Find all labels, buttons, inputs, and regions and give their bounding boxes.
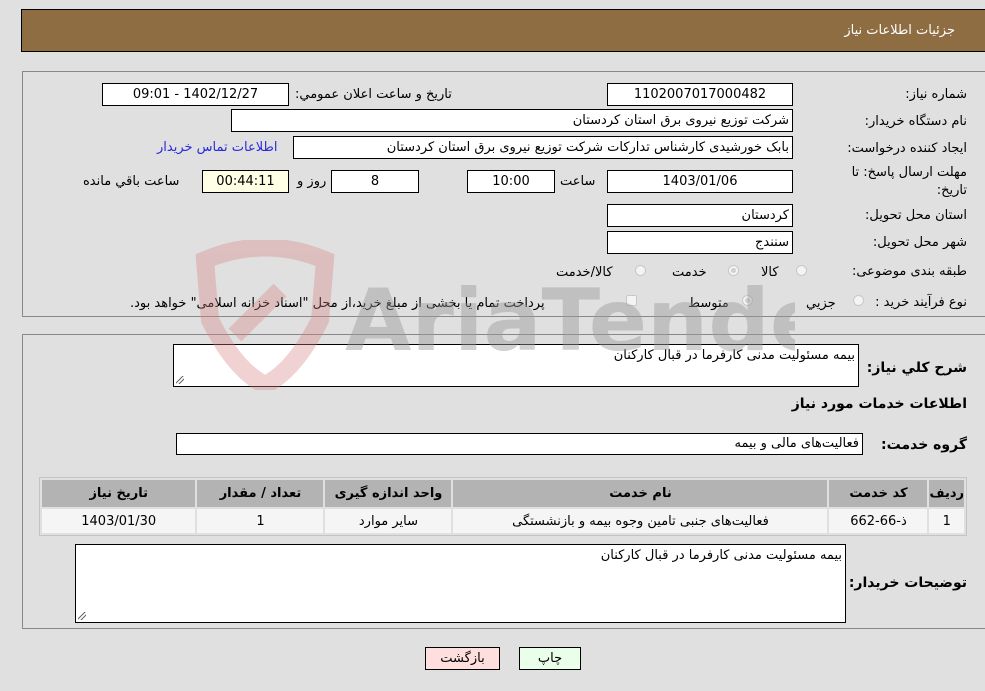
services-heading: اطلاعات خدمات مورد نیاز: [791, 396, 967, 412]
summary-label: شرح کلي نیاز:: [866, 360, 967, 376]
announce-label: تاریخ و ساعت اعلان عمومي:: [295, 87, 452, 102]
category-label: طبقه بندی موضوعی:: [851, 264, 967, 279]
col-header-need-date: تاریخ نیاز: [42, 480, 196, 507]
page-header: جزئیات اطلاعات نیاز: [21, 9, 985, 52]
province-label: استان محل تحویل:: [865, 208, 967, 223]
buyer-org-field: شرکت توزیع نیروی برق استان کردستان: [231, 109, 793, 132]
cell-unit: سایر موارد: [325, 509, 452, 533]
col-header-service-name: نام خدمت: [453, 480, 828, 507]
remaining-time-field: 00:44:11: [202, 170, 289, 193]
buyer-notes-text: بیمه مسئولیت مدنی کارفرما در قبال کارکنا…: [600, 548, 842, 563]
service-group-field: فعالیت‌های مالی و بیمه: [176, 433, 863, 455]
summary-textarea[interactable]: بیمه مسئولیت مدنی کارفرما در قبال کارکنا…: [173, 344, 859, 387]
category-radio-goods-service[interactable]: [635, 265, 646, 276]
days-label: روز و: [297, 174, 327, 189]
service-group-label: گروه خدمت:: [881, 437, 967, 453]
print-button[interactable]: چاپ: [519, 647, 581, 670]
buyer-notes-textarea[interactable]: بیمه مسئولیت مدنی کارفرما در قبال کارکنا…: [75, 544, 846, 623]
col-header-unit: واحد اندازه گیری: [325, 480, 452, 507]
city-label: شهر محل تحویل:: [872, 235, 967, 250]
table-header-row: ردیف کد خدمت نام خدمت واحد اندازه گیری ت…: [42, 480, 964, 507]
deadline-date-field: 1403/01/06: [607, 170, 793, 193]
table-row: 1 ذ-66-662 فعالیت‌های جنبی تامین وجوه بی…: [42, 509, 964, 533]
category-radio-service[interactable]: [728, 265, 739, 276]
creator-field: بابک خورشیدی کارشناس تدارکات شرکت توزیع …: [293, 136, 793, 159]
process-option-medium: متوسط: [688, 296, 729, 311]
need-info-panel: [22, 71, 985, 317]
process-radio-medium[interactable]: [742, 295, 753, 306]
buyer-notes-label: توضیحات خریدار:: [848, 575, 967, 591]
province-field: کردستان: [607, 204, 793, 227]
creator-label: ایجاد کننده درخواست:: [847, 141, 967, 156]
page-title: جزئیات اطلاعات نیاز: [844, 23, 955, 38]
city-field: سنندج: [607, 231, 793, 254]
deadline-label: مهلت ارسال پاسخ: تا: [851, 165, 967, 180]
deadline-time-field: 10:00: [467, 170, 555, 193]
process-radio-minor[interactable]: [853, 295, 864, 306]
process-type-label: نوع فرآیند خرید :: [875, 295, 967, 310]
cell-quantity: 1: [197, 509, 324, 533]
need-number-label: شماره نیاز:: [905, 87, 967, 102]
resize-handle-icon[interactable]: [78, 612, 86, 620]
category-option-goods: کالا: [761, 265, 779, 280]
back-button[interactable]: بازگشت: [425, 647, 500, 670]
process-option-minor: جزيي: [806, 296, 836, 311]
resize-handle-icon[interactable]: [176, 376, 184, 384]
category-option-service: خدمت: [672, 265, 707, 280]
deadline-label-2: تاریخ:: [936, 183, 967, 198]
category-option-goods-service: کالا/خدمت: [556, 265, 613, 280]
buyer-contact-link[interactable]: اطلاعات تماس خریدار: [157, 140, 277, 155]
col-header-quantity: تعداد / مقدار: [197, 480, 324, 507]
buyer-org-label: نام دستگاه خریدار:: [864, 114, 967, 129]
col-header-row-number: ردیف: [929, 480, 964, 507]
cell-need-date: 1403/01/30: [42, 509, 196, 533]
time-label: ساعت: [560, 174, 596, 189]
announce-datetime-field: 1402/12/27 - 09:01: [102, 83, 289, 106]
need-number-field: 1102007017000482: [607, 83, 793, 106]
days-field: 8: [331, 170, 419, 193]
remaining-label: ساعت باقي مانده: [83, 174, 180, 189]
col-header-service-code: کد خدمت: [829, 480, 928, 507]
cell-row-number: 1: [929, 509, 964, 533]
services-table: ردیف کد خدمت نام خدمت واحد اندازه گیری ت…: [39, 477, 967, 536]
summary-text: بیمه مسئولیت مدنی کارفرما در قبال کارکنا…: [613, 348, 855, 363]
cell-service-code: ذ-66-662: [829, 509, 928, 533]
treasury-note: پرداخت تمام یا بخشی از مبلغ خرید،از محل …: [130, 296, 545, 311]
treasury-checkbox[interactable]: [626, 295, 637, 306]
cell-service-name: فعالیت‌های جنبی تامین وجوه بیمه و بازنشس…: [453, 509, 828, 533]
category-radio-goods[interactable]: [796, 265, 807, 276]
